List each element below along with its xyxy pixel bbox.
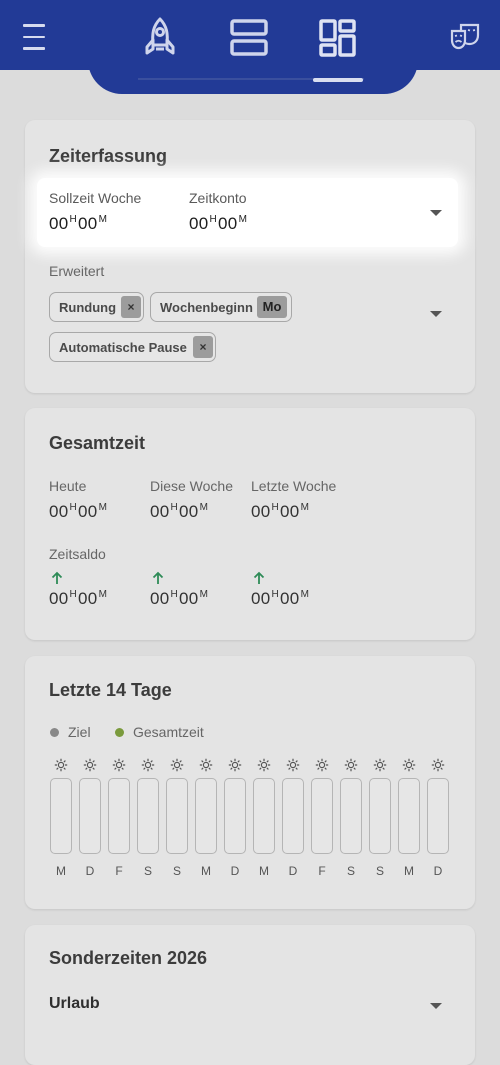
sun-icon (344, 758, 358, 772)
day-bar[interactable] (427, 778, 449, 854)
card-gesamtzeit: Gesamtzeit Heute Diese Woche Letzte Woch… (25, 408, 475, 640)
sun-icon (54, 758, 68, 772)
sun-icon (286, 758, 300, 772)
card-title: Sonderzeiten 2026 (49, 948, 208, 968)
dashboard-icon (319, 19, 356, 57)
day-label: S (172, 864, 181, 878)
day-label: S (346, 864, 355, 878)
arrow-up-icon (253, 571, 265, 584)
menu-icon[interactable] (20, 24, 48, 50)
diese-woche-label: Diese Woche (150, 478, 234, 494)
day-bar[interactable] (369, 778, 391, 854)
day-label: F (115, 864, 123, 878)
letzte-woche-label: Letzte Woche (251, 478, 337, 494)
chip-wochenbeginn[interactable]: Wochenbeginn Mo (150, 292, 292, 322)
heute-value: 00H00M (49, 502, 108, 521)
day-bar[interactable] (282, 778, 304, 854)
tab-list-view[interactable] (228, 16, 272, 60)
card-title: Gesamtzeit (49, 433, 146, 453)
day-bar[interactable] (108, 778, 130, 854)
day-bar[interactable] (166, 778, 188, 854)
chip-label: Automatische Pause (59, 340, 187, 355)
sun-icon (228, 758, 242, 772)
arrow-up-icon (51, 571, 63, 584)
sollzeit-value: 00H00M (49, 214, 108, 233)
zeitkonto-value: 00H00M (189, 214, 248, 233)
urlaub-dropdown-icon[interactable] (430, 1003, 442, 1009)
day-label: M (404, 864, 414, 878)
remove-chip-icon[interactable]: × (121, 296, 141, 318)
legend-gesamtzeit-dot (115, 728, 124, 737)
day-label: S (143, 864, 152, 878)
legend-ziel-dot (50, 728, 59, 737)
day-label: S (375, 864, 384, 878)
remove-chip-icon[interactable]: × (193, 336, 213, 358)
list-view-icon (230, 19, 268, 56)
sun-icon (431, 758, 445, 772)
day-bar[interactable] (398, 778, 420, 854)
sun-icon (141, 758, 155, 772)
diese-woche-value: 00H00M (150, 502, 209, 521)
erweitert-label: Erweitert (49, 263, 105, 279)
saldo-heute-value: 00H00M (49, 589, 108, 608)
sun-icon (83, 758, 97, 772)
letzte-woche-value: 00H00M (251, 502, 310, 521)
day-bar[interactable] (340, 778, 362, 854)
card-sonderzeiten: Sonderzeiten 2026 Urlaub (25, 925, 475, 1065)
rocket-icon (145, 17, 175, 55)
sollzeit-label: Sollzeit Woche (49, 190, 142, 206)
day-bar[interactable] (253, 778, 275, 854)
zeitsaldo-label: Zeitsaldo (49, 546, 106, 562)
chip-label: Wochenbeginn (160, 300, 253, 315)
tab-dashboard[interactable] (316, 16, 360, 60)
day-bar[interactable] (195, 778, 217, 854)
chip-rundung[interactable]: Rundung × (49, 292, 144, 322)
erweitert-dropdown-icon[interactable] (430, 311, 442, 317)
expand-dropdown-icon[interactable] (430, 210, 442, 216)
card-title: Letzte 14 Tage (49, 680, 172, 700)
day-bar[interactable] (137, 778, 159, 854)
chip-label: Rundung (59, 300, 117, 315)
theater-masks-icon (450, 23, 480, 50)
day-bar[interactable] (224, 778, 246, 854)
tab-rocket[interactable] (140, 16, 180, 60)
heute-label: Heute (49, 478, 87, 494)
saldo-woche-value: 00H00M (150, 589, 209, 608)
tab-bar-background (88, 60, 418, 94)
tab-active-indicator (313, 78, 363, 82)
arrow-up-icon (152, 571, 164, 584)
zeiterfassung-summary-row[interactable]: Sollzeit Woche 00H00M Zeitkonto 00H00M (37, 178, 458, 247)
sun-icon (199, 758, 213, 772)
sun-icon (315, 758, 329, 772)
legend-gesamtzeit-label: Gesamtzeit (133, 724, 204, 740)
legend-ziel-label: Ziel (68, 724, 91, 740)
sun-icon (170, 758, 184, 772)
day-label: M (201, 864, 211, 878)
day-label: M (56, 864, 66, 878)
day-bar[interactable] (50, 778, 72, 854)
day-label: M (259, 864, 269, 878)
day-label: D (230, 864, 240, 878)
sun-icon (257, 758, 271, 772)
day-label: D (433, 864, 443, 878)
urlaub-label: Urlaub (49, 995, 100, 1012)
zeitkonto-label: Zeitkonto (189, 190, 247, 206)
sun-icon (373, 758, 387, 772)
day-label: D (288, 864, 298, 878)
card-title: Zeiterfassung (49, 146, 168, 166)
theme-toggle[interactable] (448, 22, 482, 52)
day-bar[interactable] (311, 778, 333, 854)
day-bar[interactable] (79, 778, 101, 854)
sun-icon (112, 758, 126, 772)
day-label: D (85, 864, 95, 878)
card-zeiterfassung: Zeiterfassung Erweitert Rundung × Wochen… (25, 120, 475, 393)
saldo-letzte-woche-value: 00H00M (251, 589, 310, 608)
wochenbeginn-value[interactable]: Mo (257, 296, 287, 318)
day-label: F (318, 864, 326, 878)
sun-icon (402, 758, 416, 772)
chip-automatische-pause[interactable]: Automatische Pause × (49, 332, 216, 362)
